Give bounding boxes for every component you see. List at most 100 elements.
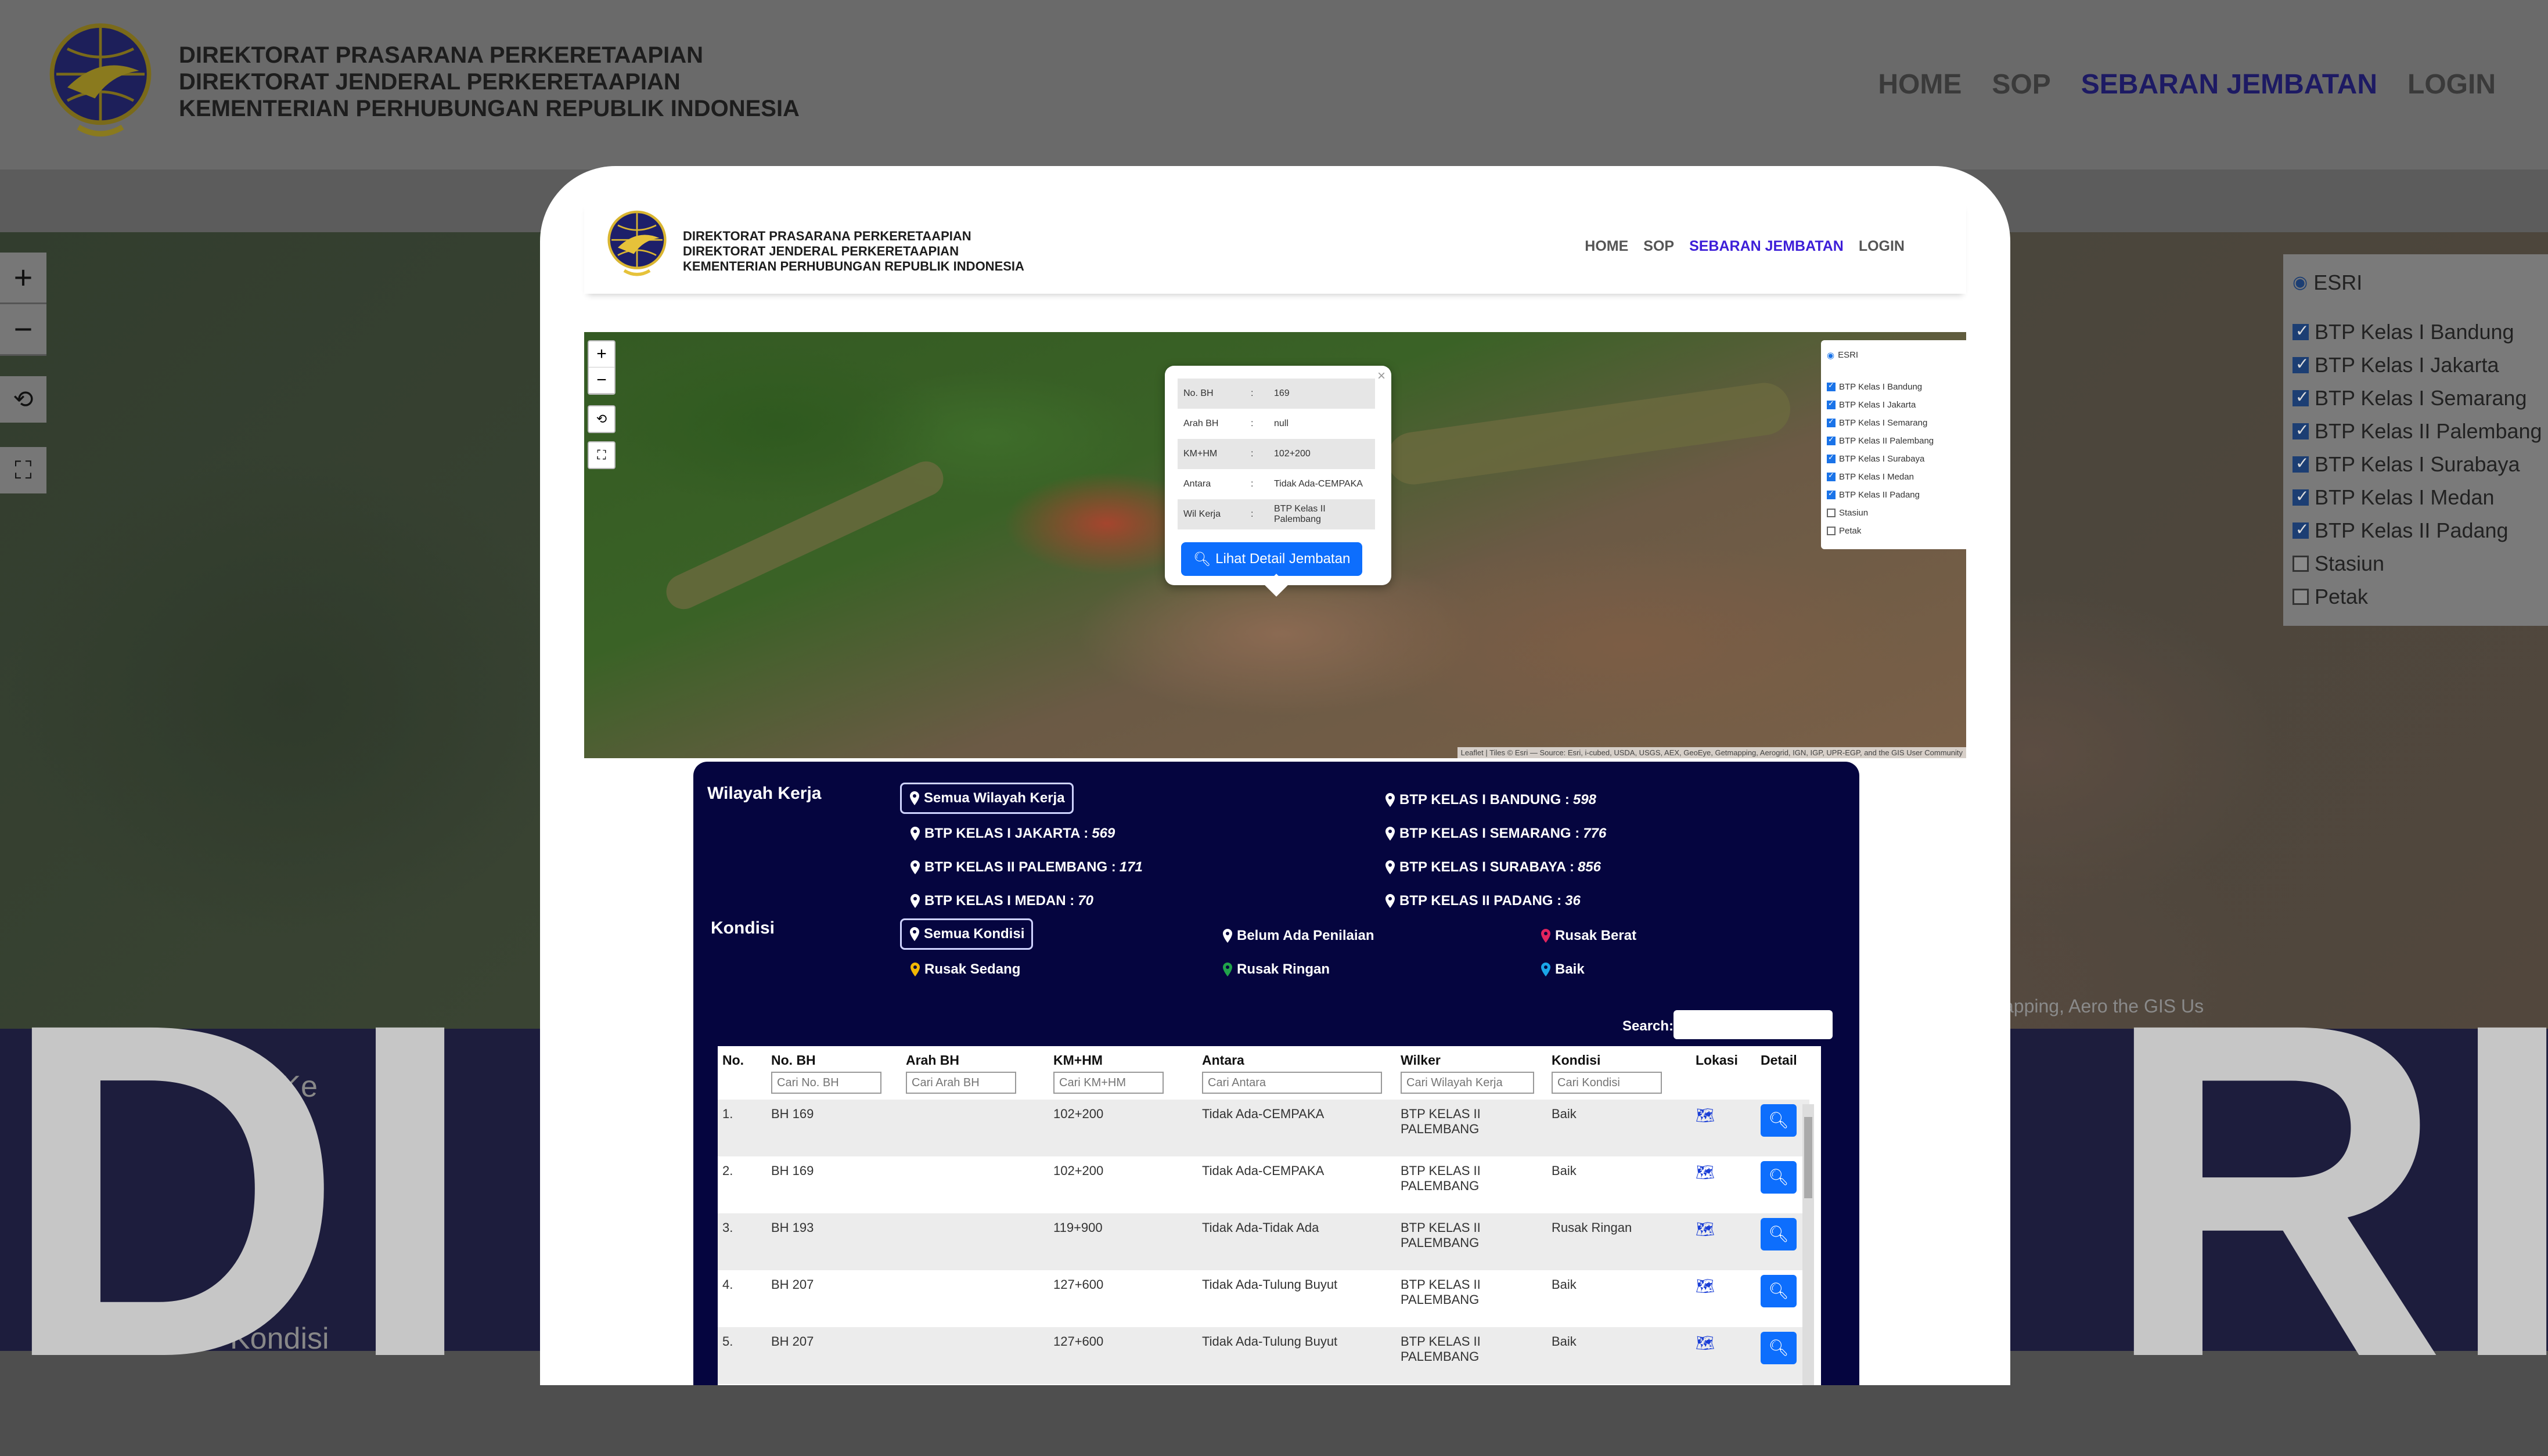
- bg-layer-item[interactable]: Stasiun: [2293, 547, 2548, 580]
- bg-layer-item[interactable]: BTP Kelas II Palembang: [2293, 415, 2548, 448]
- layer-item[interactable]: BTP Kelas I Semarang: [1827, 414, 1960, 432]
- bg-nav-login[interactable]: LOGIN: [2407, 69, 2496, 100]
- detail-search-button[interactable]: 🔍︎: [1761, 1275, 1797, 1307]
- layer-item[interactable]: BTP Kelas II Palembang: [1827, 432, 1960, 450]
- checkbox-checked-icon[interactable]: [1827, 435, 1836, 445]
- detail-search-button[interactable]: 🔍︎: [1761, 1332, 1797, 1364]
- chip-rusak-ringan[interactable]: Rusak Ringan: [1222, 961, 1330, 978]
- checkbox-checked-icon[interactable]: [1827, 471, 1836, 481]
- bg-nav-sebaran[interactable]: SEBARAN JEMBATAN: [2081, 69, 2377, 100]
- detail-search-button[interactable]: 🔍︎: [1761, 1104, 1797, 1137]
- col-no[interactable]: No.: [718, 1046, 766, 1071]
- bg-layer-control: ◉ ESRI BTP Kelas I BandungBTP Kelas I Ja…: [2283, 254, 2548, 626]
- checkbox-checked-icon[interactable]: [2293, 321, 2309, 340]
- layer-item[interactable]: BTP Kelas II Padang: [1827, 486, 1960, 504]
- table-scrollbar[interactable]: [1802, 1104, 1814, 1385]
- filter-arah-bh-input[interactable]: [906, 1072, 1016, 1094]
- bg-zoom-in-button[interactable]: +: [0, 253, 46, 304]
- bg-layer-item[interactable]: Petak: [2293, 580, 2548, 613]
- filter-antara-input[interactable]: [1202, 1072, 1382, 1094]
- checkbox-checked-icon[interactable]: [2293, 354, 2309, 373]
- reset-view-icon[interactable]: ⟲: [588, 405, 616, 433]
- chip-medan[interactable]: BTP KELAS I MEDAN :70: [909, 893, 1093, 909]
- chip-baik[interactable]: Baik: [1540, 961, 1585, 978]
- detail-search-button[interactable]: 🔍︎: [1761, 1161, 1797, 1194]
- chip-surabaya[interactable]: BTP KELAS I SURABAYA :856: [1384, 859, 1601, 875]
- checkbox-checked-icon[interactable]: [2293, 520, 2309, 539]
- nav-sop[interactable]: SOP: [1643, 238, 1674, 255]
- bg-layer-item[interactable]: BTP Kelas I Semarang: [2293, 381, 2548, 415]
- map-icon[interactable]: 🗺︎: [1696, 1334, 1715, 1352]
- zoom-in-button[interactable]: +: [589, 341, 614, 367]
- map-icon[interactable]: 🗺︎: [1696, 1277, 1715, 1295]
- checkbox-checked-icon[interactable]: [1827, 381, 1836, 391]
- bg-nav-sop[interactable]: SOP: [1992, 69, 2050, 100]
- filter-wilker-input[interactable]: [1401, 1072, 1534, 1094]
- col-no-bh[interactable]: No. BH: [766, 1046, 901, 1071]
- chip-semua-wilayah[interactable]: Semua Wilayah Kerja: [900, 783, 1074, 814]
- nav-sebaran-jembatan[interactable]: SEBARAN JEMBATAN: [1689, 238, 1844, 255]
- layer-item[interactable]: BTP Kelas I Surabaya: [1827, 450, 1960, 468]
- checkbox-icon[interactable]: [2293, 588, 2309, 605]
- col-arah-bh[interactable]: Arah BH: [901, 1046, 1049, 1071]
- detail-search-button[interactable]: 🔍︎: [1761, 1218, 1797, 1250]
- bg-layer-item[interactable]: BTP Kelas I Jakarta: [2293, 348, 2548, 381]
- checkbox-checked-icon[interactable]: [1827, 489, 1836, 499]
- filter-no-bh-input[interactable]: [771, 1072, 881, 1094]
- checkbox-icon[interactable]: [2293, 555, 2309, 572]
- layer-item[interactable]: BTP Kelas I Bandung: [1827, 378, 1960, 396]
- chip-bandung[interactable]: BTP KELAS I BANDUNG :598: [1384, 792, 1596, 808]
- bg-layer-item[interactable]: BTP Kelas II Padang: [2293, 514, 2548, 547]
- map-attribution: Leaflet | Tiles © Esri — Source: Esri, i…: [1457, 747, 1966, 758]
- checkbox-icon[interactable]: [1827, 509, 1836, 517]
- screenshot-card: DIREKTORAT PRASARANA PERKERETAAPIAN DIRE…: [540, 166, 2010, 1385]
- checkbox-checked-icon[interactable]: [1827, 417, 1836, 427]
- checkbox-checked-icon[interactable]: [2293, 486, 2309, 506]
- checkbox-checked-icon[interactable]: [1827, 453, 1836, 463]
- fullscreen-icon[interactable]: ⛶: [588, 441, 616, 469]
- search-input[interactable]: [1674, 1010, 1833, 1039]
- bg-layer-item[interactable]: BTP Kelas I Surabaya: [2293, 448, 2548, 481]
- bg-layer-esri[interactable]: ◉ ESRI: [2293, 266, 2548, 299]
- chip-jakarta[interactable]: BTP KELAS I JAKARTA :569: [909, 826, 1115, 842]
- nav-login[interactable]: LOGIN: [1859, 238, 1905, 255]
- filter-km-hm-input[interactable]: [1053, 1072, 1164, 1094]
- bg-fullscreen-icon[interactable]: ⛶: [0, 447, 46, 493]
- bg-nav-home[interactable]: HOME: [1878, 69, 1962, 100]
- map-icon[interactable]: 🗺︎: [1696, 1107, 1715, 1124]
- layer-item[interactable]: Stasiun: [1827, 504, 1960, 522]
- checkbox-checked-icon[interactable]: [2293, 453, 2309, 473]
- col-antara[interactable]: Antara: [1197, 1046, 1396, 1071]
- filter-kondisi-input[interactable]: [1552, 1072, 1662, 1094]
- layer-esri[interactable]: ◉ ESRI: [1827, 346, 1960, 364]
- layer-item[interactable]: Petak: [1827, 522, 1960, 540]
- chip-belum-ada-penilaian[interactable]: Belum Ada Penilaian: [1222, 928, 1374, 944]
- popup-key: Wil Kerja: [1178, 499, 1245, 529]
- checkbox-checked-icon[interactable]: [2293, 420, 2309, 439]
- bg-layer-item[interactable]: BTP Kelas I Medan: [2293, 481, 2548, 514]
- map-icon[interactable]: 🗺︎: [1696, 1163, 1715, 1181]
- bg-reset-icon[interactable]: ⟲: [0, 376, 46, 423]
- chip-palembang[interactable]: BTP KELAS II PALEMBANG :171: [909, 859, 1143, 875]
- checkbox-checked-icon[interactable]: [2293, 387, 2309, 406]
- bg-layer-item[interactable]: BTP Kelas I Bandung: [2293, 315, 2548, 348]
- chip-semarang[interactable]: BTP KELAS I SEMARANG :776: [1384, 826, 1606, 842]
- chip-padang[interactable]: BTP KELAS II PADANG :36: [1384, 893, 1581, 909]
- layer-item[interactable]: BTP Kelas I Medan: [1827, 468, 1960, 486]
- col-kondisi[interactable]: Kondisi: [1547, 1046, 1691, 1071]
- chip-rusak-berat[interactable]: Rusak Berat: [1540, 928, 1636, 944]
- satellite-map[interactable]: + − ⟲ ⛶ × No. BH:169 Arah BH: null KM+HM:10…: [584, 332, 1966, 758]
- col-km-hm[interactable]: KM+HM: [1049, 1046, 1197, 1071]
- checkbox-icon[interactable]: [1827, 527, 1836, 535]
- layer-item[interactable]: BTP Kelas I Jakarta: [1827, 396, 1960, 414]
- chip-rusak-sedang[interactable]: Rusak Sedang: [909, 961, 1020, 978]
- map-icon[interactable]: 🗺︎: [1696, 1220, 1715, 1238]
- zoom-out-button[interactable]: −: [589, 367, 614, 394]
- bg-zoom-out-button[interactable]: −: [0, 304, 46, 356]
- nav-home[interactable]: HOME: [1585, 238, 1628, 255]
- chip-semua-kondisi[interactable]: Semua Kondisi: [900, 918, 1034, 950]
- close-icon[interactable]: ×: [1377, 368, 1385, 384]
- col-wilker[interactable]: Wilker: [1396, 1046, 1547, 1071]
- checkbox-checked-icon[interactable]: [1827, 399, 1836, 409]
- lihat-detail-button[interactable]: 🔍︎ Lihat Detail Jembatan: [1181, 542, 1362, 576]
